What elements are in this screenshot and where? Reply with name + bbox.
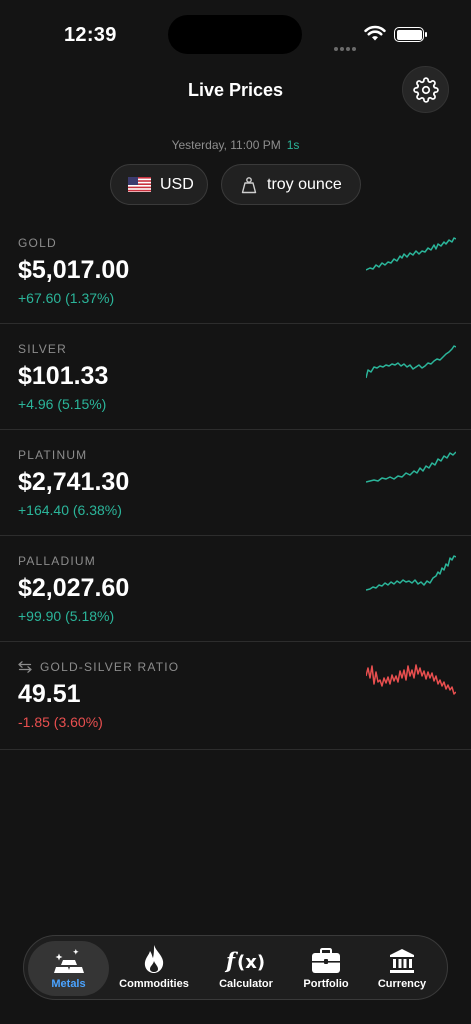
status-time: 12:39 — [64, 24, 117, 46]
page-title: Live Prices — [187, 80, 284, 100]
flame-icon — [144, 945, 164, 973]
metal-label: GOLD — [18, 236, 57, 250]
metal-row-silver[interactable]: SILVER $101.33 +4.96 (5.15%) — [0, 324, 471, 430]
cellular-signal-icon — [334, 38, 358, 56]
update-age: 1s — [286, 138, 300, 152]
currency-selector[interactable]: USD — [110, 164, 208, 205]
metal-row-palladium[interactable]: PALLADIUM $2,027.60 +99.90 (5.18%) — [0, 536, 471, 642]
gold-bars-icon — [53, 949, 84, 973]
metal-label: PLATINUM — [18, 448, 88, 462]
function-icon: f (x) — [224, 948, 265, 973]
settings-button[interactable] — [402, 66, 449, 113]
dynamic-island — [168, 15, 302, 54]
ratio-change: -1.85 (3.60%) — [18, 714, 103, 730]
metal-price: $5,017.00 — [18, 256, 130, 284]
battery-icon — [394, 27, 427, 42]
last-updated: Yesterday, 11:00 PM 1s — [0, 138, 471, 152]
currency-label: USD — [160, 175, 194, 193]
metal-price: $2,741.30 — [18, 468, 130, 496]
metal-row-platinum[interactable]: PLATINUM $2,741.30 +164.40 (6.38%) — [0, 430, 471, 536]
ratio-row[interactable]: GOLD-SILVER RATIO 49.51 -1.85 (3.60%) — [0, 642, 471, 750]
gear-icon — [412, 76, 439, 103]
palladium-sparkline — [366, 555, 456, 591]
weight-icon — [241, 176, 257, 193]
tab-label: Currency — [377, 978, 427, 990]
metal-change: +164.40 (6.38%) — [18, 502, 122, 518]
metal-label: SILVER — [18, 342, 67, 356]
swap-arrows-icon — [18, 661, 32, 673]
platinum-sparkline — [366, 451, 456, 483]
wifi-icon — [364, 25, 386, 41]
svg-text:(x): (x) — [237, 952, 265, 973]
metal-row-gold[interactable]: GOLD $5,017.00 +67.60 (1.37%) — [0, 218, 471, 324]
gold-sparkline — [366, 237, 456, 271]
last-updated-time: Yesterday, 11:00 PM — [171, 138, 281, 152]
tab-currency[interactable]: Currency — [366, 941, 438, 996]
tab-label: Portfolio — [303, 978, 349, 990]
ratio-label: GOLD-SILVER RATIO — [18, 660, 179, 674]
metal-price: $101.33 — [18, 362, 109, 390]
ratio-sparkline — [366, 664, 456, 695]
tab-label: Calculator — [219, 978, 273, 990]
silver-sparkline — [366, 345, 456, 379]
tab-bar: Metals Commodities f (x) Calculator Port… — [23, 935, 448, 1000]
status-bar: 12:39 — [0, 0, 471, 70]
us-flag-icon — [128, 177, 151, 192]
unit-label: troy ounce — [267, 175, 342, 193]
briefcase-icon — [312, 948, 340, 973]
tab-label: Metals — [51, 978, 86, 990]
tab-metals[interactable]: Metals — [28, 941, 109, 996]
metal-price: $2,027.60 — [18, 574, 130, 602]
tab-label: Commodities — [119, 978, 189, 990]
metal-change: +67.60 (1.37%) — [18, 290, 115, 306]
price-list: GOLD $5,017.00 +67.60 (1.37%) SILVER $10… — [0, 218, 471, 750]
bank-icon — [390, 949, 414, 973]
metal-label: PALLADIUM — [18, 554, 96, 568]
tab-portfolio[interactable]: Portfolio — [288, 941, 364, 996]
ratio-label-text: GOLD-SILVER RATIO — [40, 660, 180, 674]
tab-calculator[interactable]: f (x) Calculator — [206, 941, 286, 996]
metal-change: +4.96 (5.15%) — [18, 396, 107, 412]
metal-change: +99.90 (5.18%) — [18, 608, 115, 624]
tab-commodities[interactable]: Commodities — [114, 941, 194, 996]
ratio-value: 49.51 — [18, 680, 81, 708]
unit-selector[interactable]: troy ounce — [221, 164, 361, 205]
